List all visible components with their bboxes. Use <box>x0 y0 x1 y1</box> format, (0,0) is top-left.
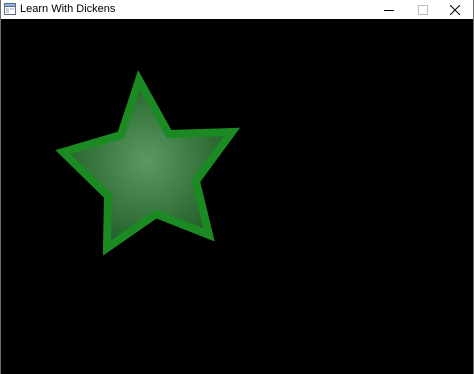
star-shape <box>55 70 241 256</box>
minimize-button[interactable] <box>373 0 405 19</box>
close-icon <box>450 4 460 15</box>
app-window: Learn With Dickens <box>0 0 474 374</box>
window-title: Learn With Dickens <box>20 3 116 15</box>
maximize-button[interactable] <box>407 0 439 19</box>
canvas-svg <box>55 70 241 256</box>
close-button[interactable] <box>439 0 471 19</box>
title-bar[interactable]: Learn With Dickens <box>1 0 473 19</box>
minimize-icon <box>384 9 394 11</box>
drawing-canvas[interactable] <box>1 19 473 374</box>
app-icon[interactable] <box>4 3 16 15</box>
maximize-icon <box>418 4 428 15</box>
